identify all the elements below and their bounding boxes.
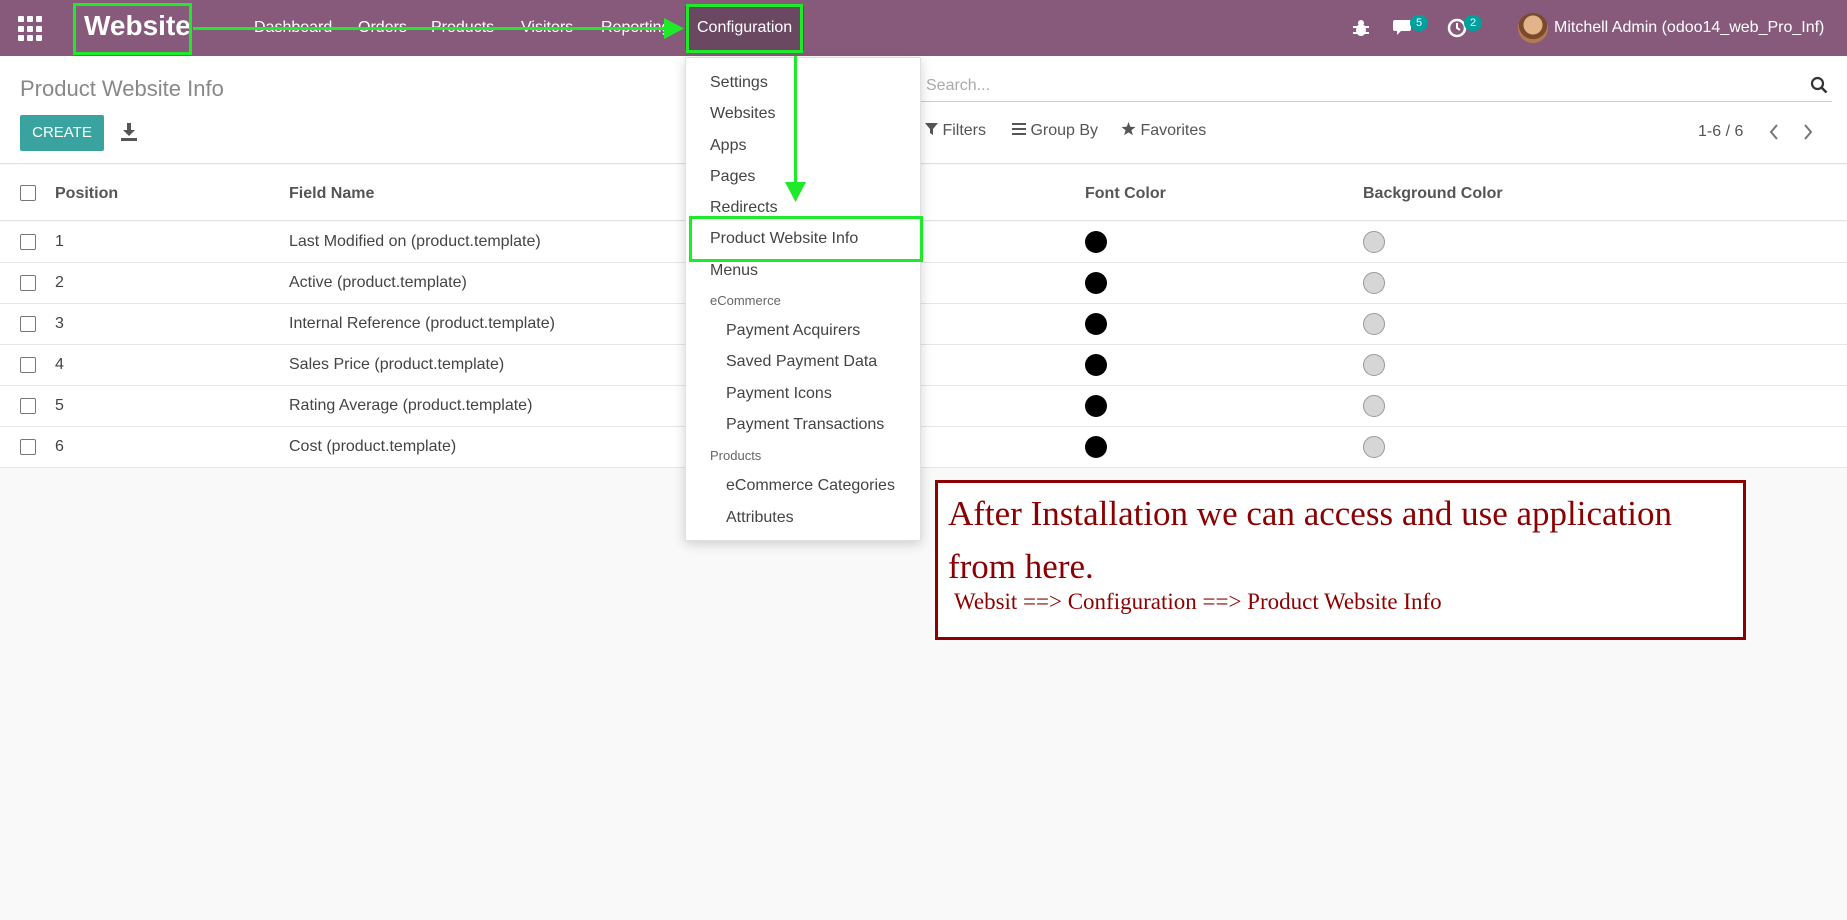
instruction-title: After Installation we can access and use…	[948, 494, 1673, 586]
instruction-path: Websit ==> Configuration ==> Product Web…	[954, 589, 1442, 614]
font-color-swatch	[1085, 272, 1107, 294]
filter-icon	[925, 123, 938, 135]
dropdown-header-products: Products	[710, 448, 762, 463]
dropdown-item-websites[interactable]: Websites	[710, 105, 776, 123]
row-field-name: Sales Price (product.template)	[289, 356, 505, 373]
pager-previous-icon[interactable]	[1766, 122, 1782, 142]
font-color-swatch	[1085, 354, 1107, 376]
row-field-name: Internal Reference (product.template)	[289, 315, 555, 332]
font-color-swatch	[1085, 436, 1107, 458]
column-position[interactable]: Position	[55, 185, 118, 203]
column-field-name[interactable]: Field Name	[289, 185, 374, 203]
background-color-swatch	[1363, 354, 1385, 376]
dropdown-item-apps[interactable]: Apps	[710, 137, 746, 155]
highlight-box-configuration	[686, 4, 803, 53]
debug-bug-icon[interactable]	[1352, 18, 1370, 38]
dropdown-item-payment-transactions[interactable]: Payment Transactions	[726, 416, 884, 434]
row-position: 1	[55, 233, 64, 250]
dropdown-item-payment-icons[interactable]: Payment Icons	[726, 385, 832, 403]
background-color-swatch	[1363, 395, 1385, 417]
messages-count-badge: 5	[1410, 15, 1428, 31]
star-icon	[1121, 122, 1136, 136]
row-checkbox[interactable]	[20, 234, 36, 250]
user-avatar[interactable]	[1518, 13, 1548, 43]
background-color-swatch	[1363, 436, 1385, 458]
dropdown-item-redirects[interactable]: Redirects	[710, 199, 778, 217]
group-by-button[interactable]: Group By	[1012, 122, 1098, 140]
dropdown-item-saved-payment-data[interactable]: Saved Payment Data	[726, 353, 877, 371]
font-color-swatch	[1085, 313, 1107, 335]
instruction-note: After Installation we can access and use…	[935, 480, 1746, 640]
dropdown-header-ecommerce: eCommerce	[710, 293, 781, 308]
list-header: Position Field Name Font Color Backgroun…	[0, 165, 1847, 221]
row-field-name: Last Modified on (product.template)	[289, 233, 541, 250]
background-color-swatch	[1363, 231, 1385, 253]
arrow-line-vertical	[794, 56, 797, 184]
filters-button[interactable]: Filters	[925, 122, 986, 140]
favorites-button[interactable]: Favorites	[1121, 122, 1206, 140]
pager-value[interactable]: 1-6 / 6	[1698, 123, 1743, 141]
group-by-label: Group By	[1030, 122, 1099, 139]
table-row[interactable]: 5 Rating Average (product.template)	[0, 386, 1847, 427]
font-color-swatch	[1085, 395, 1107, 417]
list-bars-icon	[1012, 123, 1026, 135]
row-position: 2	[55, 274, 64, 291]
search-input[interactable]	[926, 74, 1786, 98]
row-position: 5	[55, 397, 64, 414]
dropdown-item-settings[interactable]: Settings	[710, 74, 768, 92]
arrow-line-horizontal	[193, 27, 667, 30]
dropdown-item-ecommerce-categories[interactable]: eCommerce Categories	[726, 477, 895, 495]
select-all-checkbox[interactable]	[20, 185, 36, 201]
table-row[interactable]: 4 Sales Price (product.template)	[0, 345, 1847, 386]
row-checkbox[interactable]	[20, 316, 36, 332]
search-icon[interactable]	[1810, 76, 1828, 94]
dropdown-item-menus[interactable]: Menus	[710, 262, 758, 280]
search-bar	[920, 70, 1832, 102]
row-position: 6	[55, 438, 64, 455]
background-color-swatch	[1363, 272, 1385, 294]
dropdown-item-attributes[interactable]: Attributes	[726, 509, 794, 527]
row-field-name: Active (product.template)	[289, 274, 467, 291]
page-title: Product Website Info	[20, 76, 224, 101]
user-menu[interactable]: Mitchell Admin (odoo14_web_Pro_Inf)	[1554, 19, 1824, 37]
table-row[interactable]: 2 Active (product.template)	[0, 263, 1847, 304]
row-position: 4	[55, 356, 64, 373]
table-row[interactable]: 1 Last Modified on (product.template)	[0, 222, 1847, 263]
highlight-box-product-website-info	[689, 216, 923, 262]
apps-menu-icon[interactable]	[18, 16, 44, 42]
create-button[interactable]: CREATE	[20, 115, 104, 151]
favorites-label: Favorites	[1140, 122, 1207, 139]
row-field-name: Rating Average (product.template)	[289, 397, 533, 414]
pager-next-icon[interactable]	[1800, 122, 1816, 142]
highlight-box-brand	[73, 3, 192, 55]
row-checkbox[interactable]	[20, 398, 36, 414]
table-row[interactable]: 6 Cost (product.template)	[0, 427, 1847, 468]
background-color-swatch	[1363, 313, 1385, 335]
column-background-color[interactable]: Background Color	[1363, 185, 1503, 203]
row-checkbox[interactable]	[20, 439, 36, 455]
dropdown-item-pages[interactable]: Pages	[710, 168, 755, 186]
activities-count-badge: 2	[1464, 15, 1482, 31]
filters-label: Filters	[942, 122, 987, 139]
table-row[interactable]: 3 Internal Reference (product.template)	[0, 304, 1847, 345]
font-color-swatch	[1085, 231, 1107, 253]
row-checkbox[interactable]	[20, 275, 36, 291]
dropdown-item-payment-acquirers[interactable]: Payment Acquirers	[726, 322, 860, 340]
row-position: 3	[55, 315, 64, 332]
control-panel: Product Website Info CREATE Filters Grou…	[0, 56, 1847, 164]
row-checkbox[interactable]	[20, 357, 36, 373]
download-icon[interactable]	[120, 122, 138, 142]
arrow-head-right-icon	[664, 18, 684, 39]
arrow-head-down-icon	[785, 182, 806, 202]
configuration-dropdown: Settings Websites Apps Pages Redirects P…	[685, 57, 921, 541]
column-font-color[interactable]: Font Color	[1085, 185, 1166, 203]
row-field-name: Cost (product.template)	[289, 438, 457, 455]
